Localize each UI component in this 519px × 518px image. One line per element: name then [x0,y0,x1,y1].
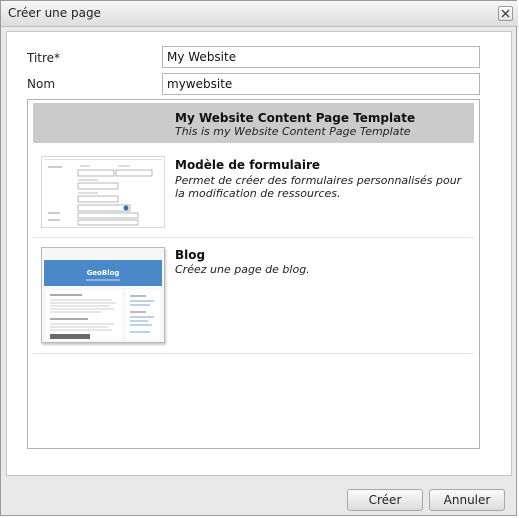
create-page-dialog: Créer une page Titre* Nom My Website Con… [0,0,518,516]
template-description: This is my Website Content Page Template [175,125,411,138]
close-button[interactable] [498,6,513,21]
name-label: Nom [27,77,56,91]
template-description: Créez une page de blog. [175,263,310,276]
template-item-selected[interactable]: My Website Content Page Template This is… [33,103,474,143]
dialog-body: Titre* Nom My Website Content Page Templ… [6,31,512,476]
divider [33,353,474,354]
template-item-form[interactable]: Modèle de formulaire Permet de créer des… [33,152,474,238]
dialog-title: Créer une page [8,6,101,20]
template-item-blog[interactable]: GeoBlog Blog Créez une page de blog. [33,238,474,354]
template-name: My Website Content Page Template [175,111,416,125]
template-description: Permet de créer des formulaires personna… [175,174,462,200]
title-input[interactable] [162,46,480,68]
template-name: Modèle de formulaire [175,158,321,172]
blog-banner-text: GeoBlog [87,269,120,277]
form-template-thumbnail [41,156,165,228]
title-label: Titre* [27,51,61,65]
template-name: Blog [175,248,206,262]
cancel-button[interactable]: Annuler [429,489,505,511]
blog-template-thumbnail: GeoBlog [41,247,165,343]
dialog-titlebar[interactable]: Créer une page [1,1,518,27]
template-list: My Website Content Page Template This is… [27,99,480,449]
name-input[interactable] [162,73,480,95]
create-button[interactable]: Créer [347,489,423,511]
close-icon [501,9,510,18]
